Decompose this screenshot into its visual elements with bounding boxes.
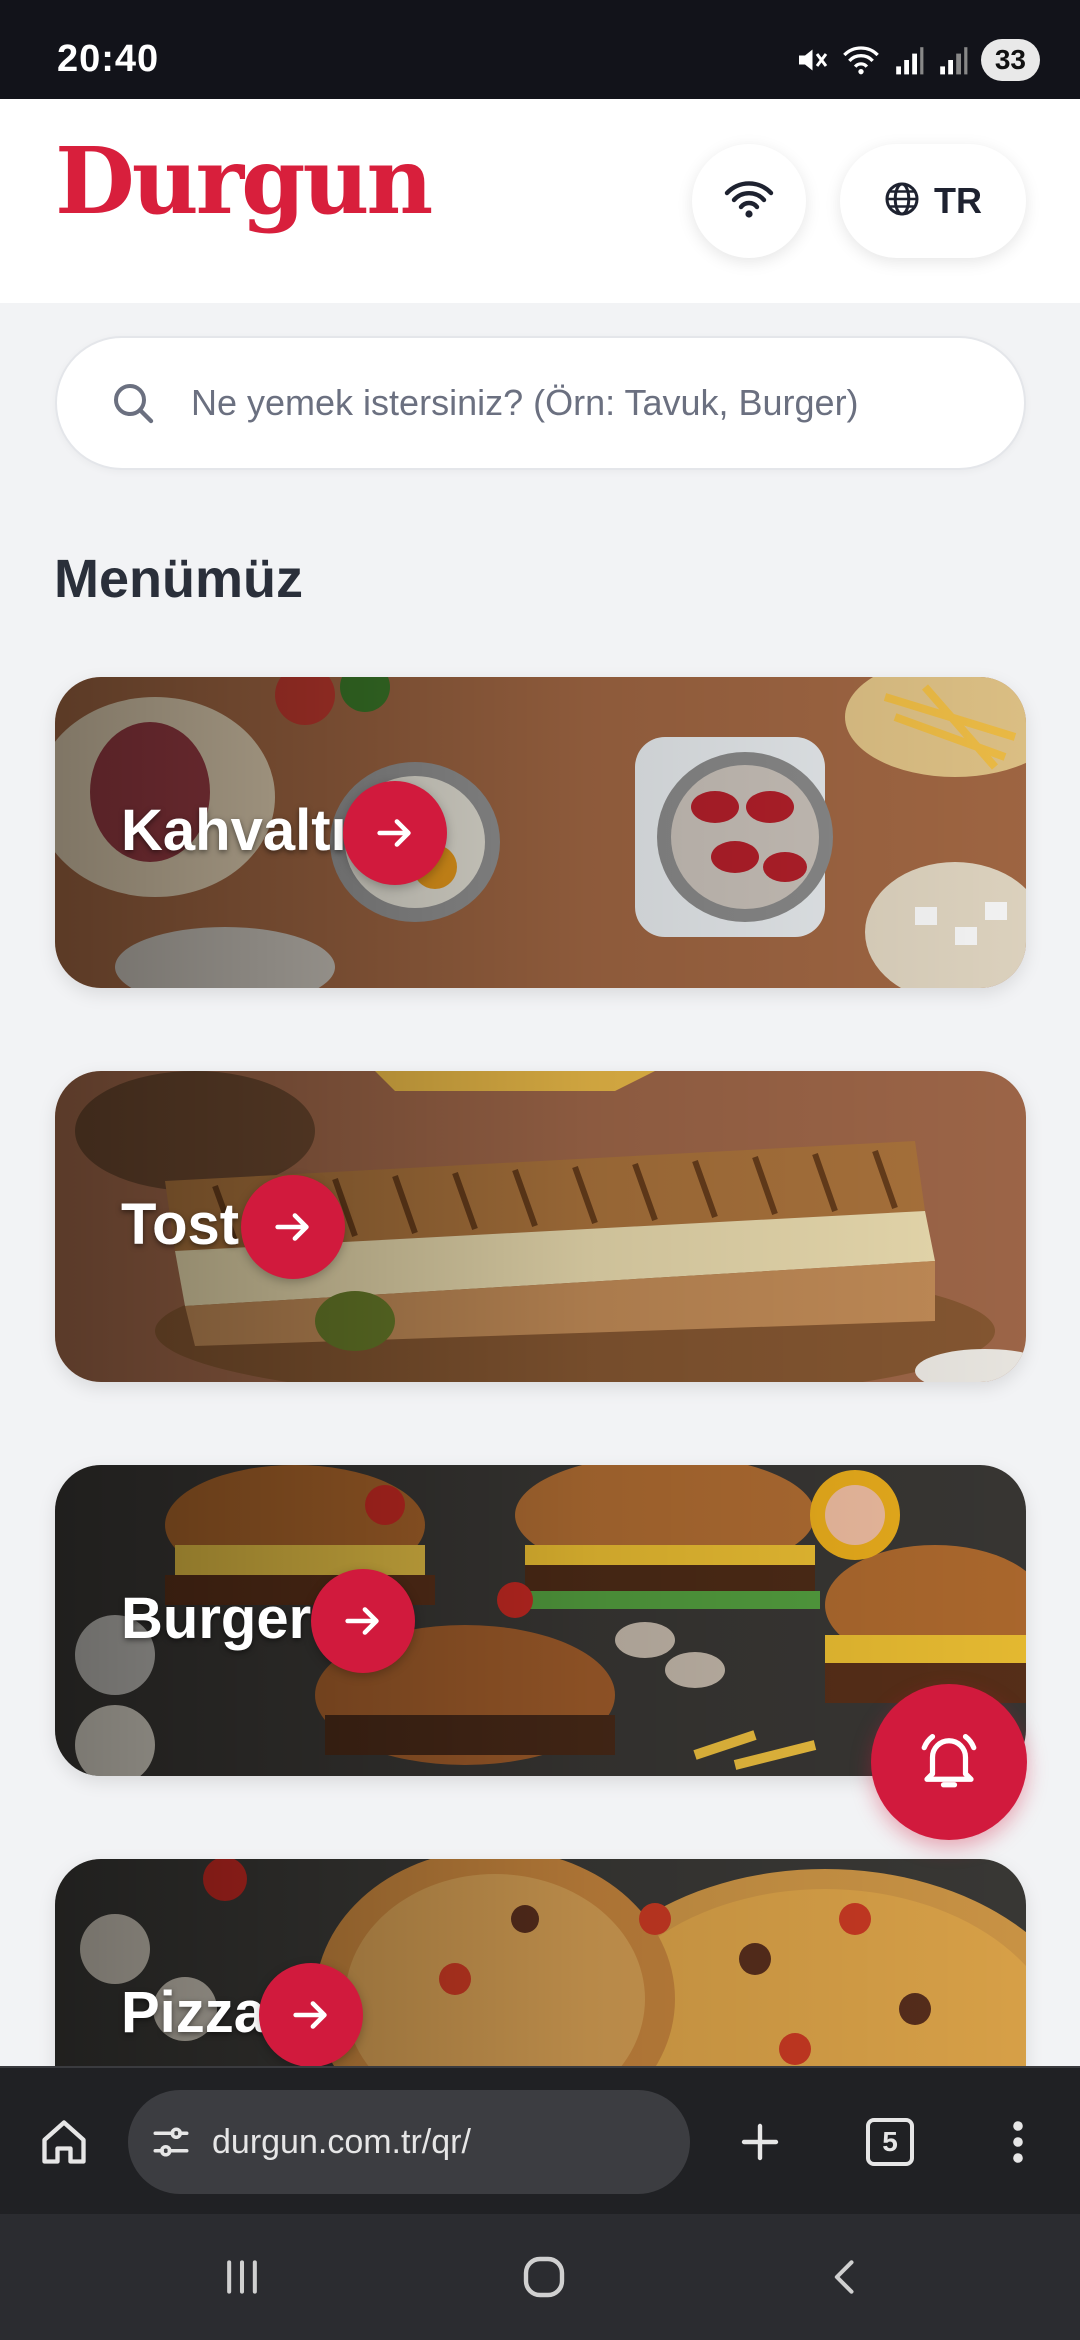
arrow-right-icon[interactable]	[343, 781, 447, 885]
home-nav-icon[interactable]	[504, 2244, 584, 2310]
wifi-button[interactable]	[692, 144, 806, 258]
search-icon	[105, 375, 161, 431]
status-icons: 33	[793, 38, 1040, 82]
search-bar[interactable]	[55, 336, 1026, 470]
wifi-icon	[723, 177, 775, 226]
category-label: Pizza	[121, 1980, 267, 2045]
search-input[interactable]	[191, 382, 991, 424]
language-label: TR	[934, 180, 982, 221]
wifi-status-icon	[841, 42, 881, 78]
category-label: Burger	[121, 1586, 312, 1651]
more-menu-icon[interactable]	[1000, 2112, 1036, 2172]
recent-apps-icon[interactable]	[202, 2244, 282, 2310]
signal-icon	[893, 44, 925, 76]
browser-toolbar: durgun.com.tr/qr/ 5	[0, 2066, 1080, 2214]
signal-icon-2	[937, 44, 969, 76]
new-tab-icon[interactable]	[730, 2112, 790, 2172]
site-settings-icon[interactable]	[148, 2119, 194, 2165]
status-time: 20:40	[57, 38, 160, 80]
system-navigation-bar	[0, 2214, 1080, 2340]
arrow-right-icon[interactable]	[311, 1569, 415, 1673]
category-label: Tost	[121, 1192, 240, 1257]
back-icon[interactable]	[806, 2244, 886, 2310]
home-icon[interactable]	[34, 2112, 94, 2172]
address-bar[interactable]: durgun.com.tr/qr/	[128, 2090, 690, 2194]
arrow-right-icon[interactable]	[241, 1175, 345, 1279]
url-text: durgun.com.tr/qr/	[212, 2122, 471, 2161]
bell-icon	[916, 1727, 982, 1798]
language-button[interactable]: TR	[840, 144, 1026, 258]
mute-icon	[793, 42, 829, 78]
category-card-kahvalti[interactable]: Kahvaltı	[55, 677, 1026, 988]
section-title: Menümüz	[54, 549, 303, 609]
category-label: Kahvaltı	[121, 798, 347, 863]
arrow-right-icon[interactable]	[259, 1963, 363, 2067]
site-header: Durgun TR	[0, 99, 1080, 303]
call-waiter-button[interactable]	[871, 1684, 1027, 1840]
battery-indicator: 33	[980, 39, 1040, 81]
globe-icon	[884, 181, 920, 222]
status-bar: 20:40 33	[0, 0, 1080, 99]
tab-switcher-button[interactable]: 5	[866, 2118, 914, 2166]
brand-logo[interactable]: Durgun	[55, 127, 433, 235]
category-card-tost[interactable]: Tost	[55, 1071, 1026, 1382]
